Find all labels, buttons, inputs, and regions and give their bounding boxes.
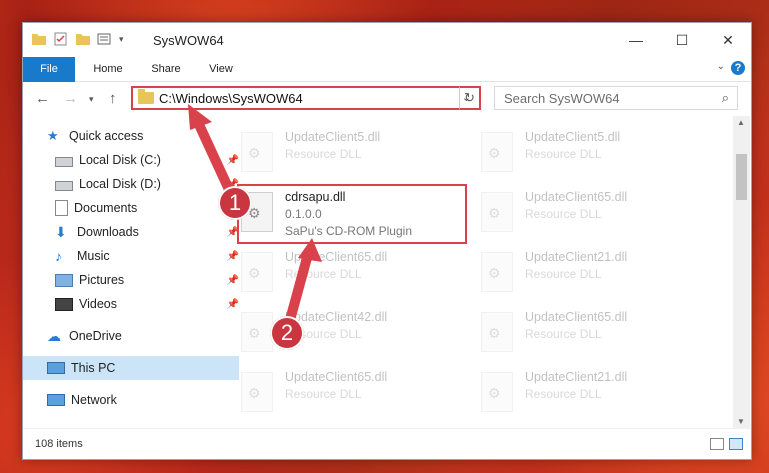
arrow-2-head (298, 238, 322, 262)
arrow-1-head (188, 104, 212, 130)
step-badge-1: 1 (218, 186, 252, 220)
annotation-overlay (188, 104, 322, 325)
arrow-2-shaft (285, 249, 313, 325)
step-badge-2: 2 (270, 316, 304, 350)
arrow-1-shaft (191, 113, 237, 201)
